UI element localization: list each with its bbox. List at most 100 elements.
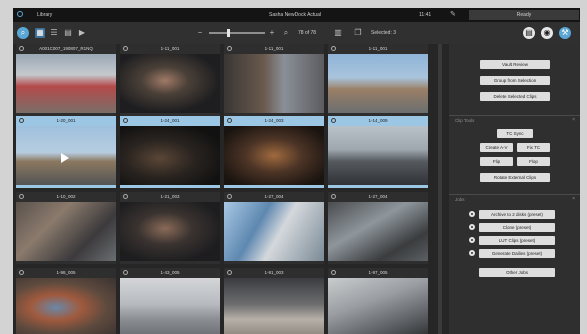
slider-knob[interactable] xyxy=(227,29,230,37)
filmstrip-view-icon[interactable]: ▤ xyxy=(63,28,73,38)
clip-thumbnail xyxy=(16,202,116,261)
clip-thumbnail xyxy=(224,54,324,113)
clip-name: 1-20_001 xyxy=(56,118,76,123)
copy-icon[interactable]: ❐ xyxy=(353,28,363,38)
clip-grid: A001C007_190807_R1NQ 1-11_001 1-11_001 1… xyxy=(16,44,434,334)
collapse-icon[interactable]: × xyxy=(572,117,575,123)
tc-sync-button[interactable]: TC Sync xyxy=(497,129,533,138)
clip-thumbnail xyxy=(16,54,116,113)
pen-icon[interactable]: ✎ xyxy=(450,10,456,18)
clip-tile[interactable]: 1-24_001 xyxy=(120,116,220,188)
clone-job-button[interactable]: Clone (preset) xyxy=(479,223,555,232)
delete-selected-clips-button[interactable]: Delete Selected Clips xyxy=(480,92,550,101)
list-view-icon[interactable]: ☰ xyxy=(49,28,59,38)
grid-scrollbar[interactable] xyxy=(438,44,442,334)
clip-name: 1-21_003 xyxy=(160,194,180,199)
lut-clips-job-button[interactable]: LUT Clips (preset) xyxy=(479,236,555,245)
clip-tile[interactable]: 1-20_001 xyxy=(16,116,116,188)
clip-name: 1-43_005 xyxy=(160,270,180,275)
app-logo-icon xyxy=(17,11,23,17)
app-window: Library Sasha NewDock Actual 11:41 ✎ Rea… xyxy=(13,8,580,334)
create-av-button[interactable]: Create A-V xyxy=(480,143,513,152)
clip-thumbnail xyxy=(328,202,428,261)
clip-tile[interactable]: 1-11_001 xyxy=(224,44,324,116)
flop-button[interactable]: Flop xyxy=(517,157,550,166)
clip-thumbnail xyxy=(224,126,324,185)
grid-view-icon[interactable]: ▦ xyxy=(35,28,45,38)
flip-button[interactable]: Flip xyxy=(480,157,513,166)
clip-name: 1-24_003 xyxy=(264,118,284,123)
clip-tile[interactable]: 1-97_005 xyxy=(328,268,428,334)
group-from-selection-button[interactable]: Group from Selection xyxy=(480,76,550,85)
search-icon[interactable]: ⌕ xyxy=(17,27,29,39)
document-icon[interactable]: ▥ xyxy=(333,28,343,38)
clip-tile[interactable]: 1-11_001 xyxy=(120,44,220,116)
archive-job-button[interactable]: Archive to 2 disks (preset) xyxy=(479,210,555,219)
job-settings-icon[interactable] xyxy=(469,237,475,243)
clip-tile[interactable]: 1-91_003 xyxy=(224,268,324,334)
clip-tile[interactable]: 1-27_004 xyxy=(224,192,324,264)
vault-review-button[interactable]: Vault Review xyxy=(480,60,550,69)
magnifier-icon[interactable]: ⌕ xyxy=(281,28,291,38)
clock: 11:41 xyxy=(419,12,432,18)
clip-name: 1-11_001 xyxy=(368,46,388,51)
clip-thumbnail xyxy=(328,126,428,185)
clip-name: 1-24_001 xyxy=(160,118,180,123)
clip-name: 1-27_004 xyxy=(368,194,388,199)
clip-thumbnail xyxy=(120,202,220,261)
right-panel: Vault Review Group from Selection Delete… xyxy=(449,44,580,334)
clip-name: 1-98_005 xyxy=(56,270,76,275)
other-jobs-button[interactable]: Other Jobs xyxy=(479,268,555,277)
job-settings-icon[interactable] xyxy=(469,224,475,230)
clip-name: 1-91_003 xyxy=(264,270,284,275)
clip-name: 1-11_001 xyxy=(160,46,180,51)
clip-tile[interactable]: 1-21_003 xyxy=(120,192,220,264)
clip-name: 1-14_009 xyxy=(368,118,388,123)
clip-count: 78 of 78 xyxy=(298,30,317,36)
thumbnail-size-slider[interactable] xyxy=(209,32,265,34)
clip-tile[interactable]: A001C007_190807_R1NQ xyxy=(16,44,116,116)
clip-name: 1-97_005 xyxy=(368,270,388,275)
clip-tile[interactable]: 1-11_001 xyxy=(328,44,428,116)
clip-thumbnail xyxy=(224,202,324,261)
fix-tc-button[interactable]: Fix TC xyxy=(517,143,550,152)
play-overlay-icon[interactable] xyxy=(61,153,69,163)
clip-thumbnail xyxy=(120,278,220,334)
jobs-header: Jobs xyxy=(455,197,465,202)
clip-tile[interactable]: 1-98_005 xyxy=(16,268,116,334)
clip-name: 1-27_004 xyxy=(264,194,284,199)
library-label[interactable]: Library xyxy=(37,12,52,18)
job-settings-icon[interactable] xyxy=(469,211,475,217)
clip-thumbnail xyxy=(120,126,220,185)
zoom-out-icon[interactable]: − xyxy=(195,28,205,38)
clip-name: A001C007_190807_R1NQ xyxy=(39,46,93,51)
comment-icon[interactable]: ▤ xyxy=(523,27,535,39)
clip-tile[interactable]: 1-14_009 xyxy=(328,116,428,188)
clip-thumbnail xyxy=(328,278,428,334)
job-settings-icon[interactable] xyxy=(469,250,475,256)
clip-tile[interactable]: 1-27_004 xyxy=(328,192,428,264)
status-badge: Ready xyxy=(469,10,579,20)
clip-tools-section: Clip Tools × TC Sync Create A-V Fix TC F… xyxy=(449,115,580,194)
generate-dailies-job-button[interactable]: Generate Dailies (preset) xyxy=(479,249,555,258)
clip-thumbnail xyxy=(16,278,116,334)
clip-tile[interactable]: 1-24_003 xyxy=(224,116,324,188)
clip-thumbnail xyxy=(120,54,220,113)
compass-icon[interactable]: ◉ xyxy=(541,27,553,39)
clip-tools-header: Clip Tools xyxy=(455,118,475,123)
zoom-in-icon[interactable]: + xyxy=(267,28,277,38)
clip-name: 1-11_001 xyxy=(264,46,284,51)
clip-tile[interactable]: 1-10_002 xyxy=(16,192,116,264)
toolbar: ⌕ ▦ ☰ ▤ ▶ − + ⌕ 78 of 78 ▥ ❐ Selected: 3… xyxy=(13,22,580,44)
collapse-icon[interactable]: × xyxy=(572,196,575,202)
clip-tile[interactable]: 1-43_005 xyxy=(120,268,220,334)
play-icon[interactable]: ▶ xyxy=(77,28,87,38)
title-bar: Library Sasha NewDock Actual 11:41 ✎ Rea… xyxy=(13,8,580,22)
window-title: Sasha NewDock Actual xyxy=(269,12,321,18)
jobs-section: Jobs × Archive to 2 disks (preset) Clone… xyxy=(449,194,580,334)
clip-thumbnail xyxy=(16,126,116,185)
rotate-external-clips-button[interactable]: Rotate External Clips xyxy=(480,173,550,182)
wrench-icon[interactable]: ⚒ xyxy=(559,27,571,39)
clip-name: 1-10_002 xyxy=(56,194,76,199)
clip-thumbnail xyxy=(328,54,428,113)
